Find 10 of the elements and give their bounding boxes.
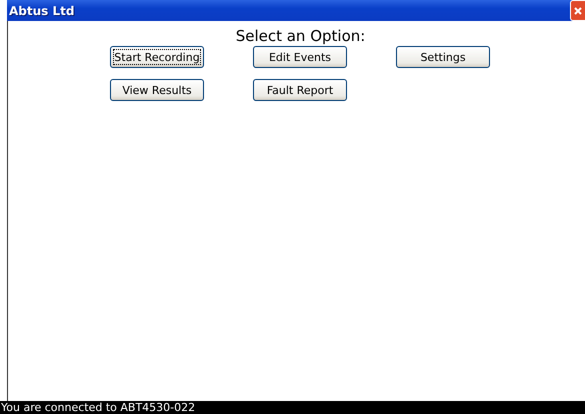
window-title: Abtus Ltd — [8, 4, 74, 18]
option-button[interactable]: Settings — [396, 46, 490, 68]
option-button[interactable]: View Results — [110, 79, 204, 101]
status-bar: You are connected to ABT4530-022 — [0, 401, 585, 414]
heading: Select an Option: — [234, 26, 366, 45]
close-icon — [573, 6, 583, 16]
option-button[interactable]: Fault Report — [253, 79, 347, 101]
close-button[interactable] — [570, 0, 585, 21]
option-button[interactable]: Edit Events — [253, 46, 347, 68]
option-button[interactable]: Start Recording — [110, 46, 204, 68]
